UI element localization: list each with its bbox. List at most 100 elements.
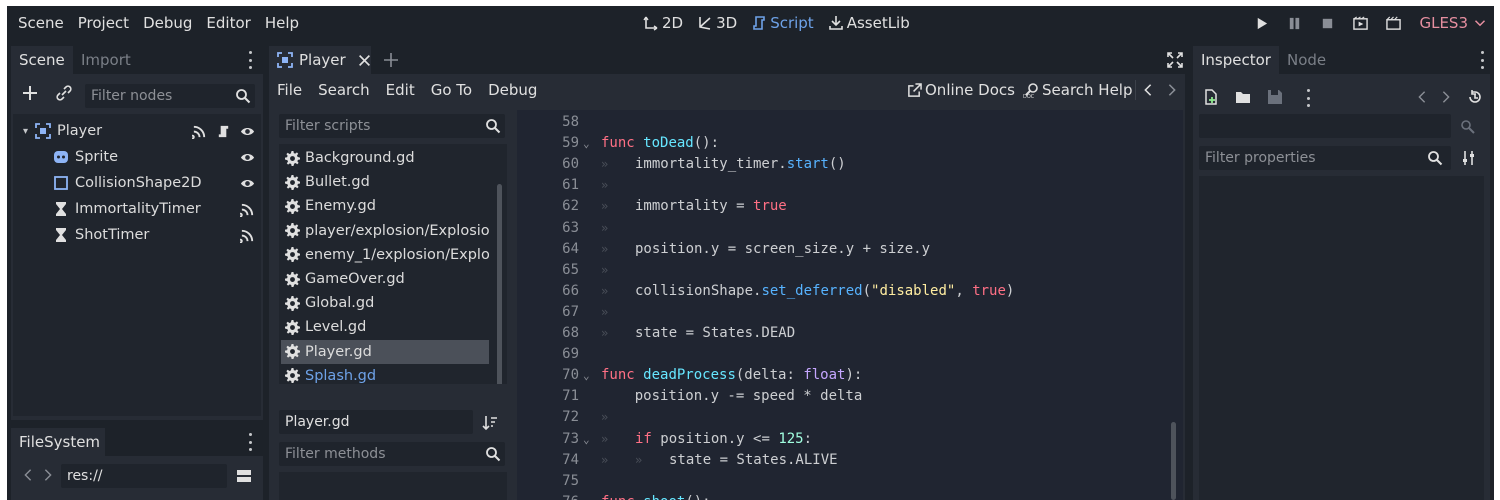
stop-icon[interactable] — [1320, 16, 1335, 31]
filter-methods-input[interactable]: Filter methods — [279, 442, 505, 466]
script-list-item[interactable]: Player.gd — [281, 339, 489, 364]
add-node-icon[interactable] — [19, 82, 41, 104]
save-icon[interactable] — [1267, 88, 1283, 106]
code-scrollbar[interactable] — [1171, 422, 1176, 500]
kebab-menu-icon[interactable] — [1479, 51, 1485, 69]
tab-node[interactable]: Node — [1279, 46, 1334, 74]
close-icon[interactable] — [358, 54, 371, 67]
workspace-tab-assetlib[interactable]: AssetLib — [828, 14, 910, 32]
workspace-tab-3d[interactable]: 3D — [697, 14, 737, 32]
chevron-left-icon[interactable] — [1141, 82, 1155, 98]
chevron-left-icon[interactable] — [1415, 88, 1429, 106]
menu-project[interactable]: Project — [71, 6, 136, 40]
online-docs-button[interactable]: Online Docs — [907, 74, 1015, 106]
filter-nodes-input[interactable]: Filter nodes — [85, 84, 255, 108]
fold-arrow-icon[interactable]: ⌄ — [583, 133, 590, 154]
script-list-item[interactable]: GameOver.gd — [281, 267, 489, 291]
link-icon[interactable] — [53, 82, 75, 104]
property-tools-icon[interactable] — [1461, 150, 1477, 166]
tab-filesystem[interactable]: FileSystem — [11, 428, 105, 456]
menu-edit[interactable]: Edit — [386, 81, 415, 99]
kinematic-body-icon — [277, 52, 293, 68]
menu-debug[interactable]: Debug — [488, 81, 537, 99]
object-tools-icon[interactable] — [1459, 118, 1477, 136]
line-number: 76 — [517, 492, 579, 500]
chevron-right-icon[interactable] — [1439, 88, 1453, 106]
script-list-item-label: enemy_1/explosion/Explosion.gd — [305, 246, 489, 263]
tree-node-player[interactable]: ▾ Player — [13, 118, 261, 144]
chevron-right-icon[interactable] — [41, 467, 55, 483]
script-list-item[interactable]: Global.gd — [281, 291, 489, 315]
tab-scene[interactable]: Scene — [11, 46, 73, 74]
signal-icon[interactable] — [192, 124, 207, 139]
gear-icon — [285, 223, 300, 239]
play-custom-scene-icon[interactable] — [1386, 16, 1402, 31]
filter-scripts-input[interactable]: Filter scripts — [279, 114, 505, 138]
visibility-eye-icon[interactable] — [240, 176, 255, 191]
script-list-item[interactable]: enemy_1/explosion/Explosion.gd — [281, 243, 489, 267]
code-token: shoot — [643, 494, 685, 500]
kebab-menu-icon[interactable] — [247, 51, 253, 69]
menu-help[interactable]: Help — [258, 6, 306, 40]
play-icon[interactable] — [1254, 16, 1269, 31]
menu-debug[interactable]: Debug — [136, 6, 199, 40]
script-list-item[interactable]: Level.gd — [281, 315, 489, 339]
new-resource-icon[interactable] — [1203, 88, 1219, 106]
menu-scene[interactable]: Scene — [11, 6, 71, 40]
script-list-item[interactable]: Background.gd — [281, 146, 489, 170]
tab-import[interactable]: Import — [73, 46, 139, 74]
open-folder-icon[interactable] — [1235, 88, 1251, 106]
attached-script-icon[interactable] — [216, 124, 231, 139]
fold-arrow-icon[interactable]: ⌄ — [583, 429, 590, 450]
pause-icon[interactable] — [1287, 16, 1302, 31]
kebab-menu-icon[interactable] — [247, 433, 253, 451]
chevron-left-icon[interactable] — [21, 467, 35, 483]
script-list-item[interactable]: Bullet.gd — [281, 170, 489, 194]
line-number: 74 — [562, 451, 579, 468]
fold-arrow-icon[interactable]: ⌄ — [583, 365, 590, 386]
code-token: immortality = — [635, 198, 754, 215]
path-input[interactable]: res:// — [61, 464, 227, 488]
script-list-item-label: Enemy.gd — [305, 198, 376, 215]
filter-properties-input[interactable]: Filter properties — [1199, 146, 1451, 170]
tree-node-label: ImmortalityTimer — [75, 201, 201, 217]
menu-editor[interactable]: Editor — [199, 6, 257, 40]
tab-marker-icon: » — [601, 326, 609, 340]
workspace-tab-2d[interactable]: 2D — [643, 14, 683, 32]
sort-icon[interactable] — [481, 414, 499, 432]
code-line: 68 » state = States.DEAD — [517, 323, 1183, 344]
object-menu-icon[interactable] — [1305, 89, 1311, 107]
split-view-icon[interactable] — [235, 466, 253, 486]
renderer-selector[interactable]: GLES3 — [1419, 14, 1486, 32]
script-list-scrollbar[interactable] — [497, 184, 502, 384]
script-list-item[interactable]: player/explosion/Explosion.gd — [281, 219, 489, 243]
workspace-tab-script[interactable]: Script — [751, 14, 814, 32]
tab-inspector[interactable]: Inspector — [1193, 46, 1279, 74]
signal-icon[interactable] — [240, 202, 255, 217]
chevron-right-icon[interactable] — [1165, 82, 1179, 98]
object-path-field[interactable] — [1199, 114, 1451, 138]
code-editor[interactable]: 58 59 ⌄ func toDead(): 60» immortality_timer.… — [517, 110, 1183, 500]
scene-tab-player[interactable]: Player — [269, 46, 371, 74]
visibility-eye-icon[interactable] — [240, 150, 255, 165]
sprite-icon — [53, 149, 69, 165]
tree-node-sprite[interactable]: Sprite — [13, 144, 261, 170]
play-scene-icon[interactable] — [1353, 15, 1369, 31]
code-line: 70 ⌄ func deadProcess(delta: float): — [517, 365, 1183, 386]
tree-node-collisionshape2d[interactable]: CollisionShape2D — [13, 170, 261, 196]
menu-search[interactable]: Search — [318, 81, 370, 99]
add-tab-icon[interactable] — [383, 52, 399, 68]
history-icon[interactable] — [1467, 88, 1483, 106]
tree-node-immortalitytimer[interactable]: ImmortalityTimer — [13, 196, 261, 222]
signal-icon[interactable] — [240, 228, 255, 243]
script-list-item[interactable]: Splash.gd — [281, 364, 489, 384]
expand-arrow-icon[interactable]: ▾ — [23, 126, 35, 137]
menu-goto[interactable]: Go To — [431, 81, 472, 99]
menu-file[interactable]: File — [277, 81, 302, 99]
script-list-item[interactable]: Enemy.gd — [281, 194, 489, 218]
tree-node-shottimer[interactable]: ShotTimer — [13, 222, 261, 248]
distraction-free-icon[interactable] — [1167, 51, 1183, 69]
visibility-eye-icon[interactable] — [240, 124, 255, 139]
code-text: immortality = true — [635, 196, 787, 217]
search-help-button[interactable]: DOC Search Help — [1023, 74, 1133, 106]
